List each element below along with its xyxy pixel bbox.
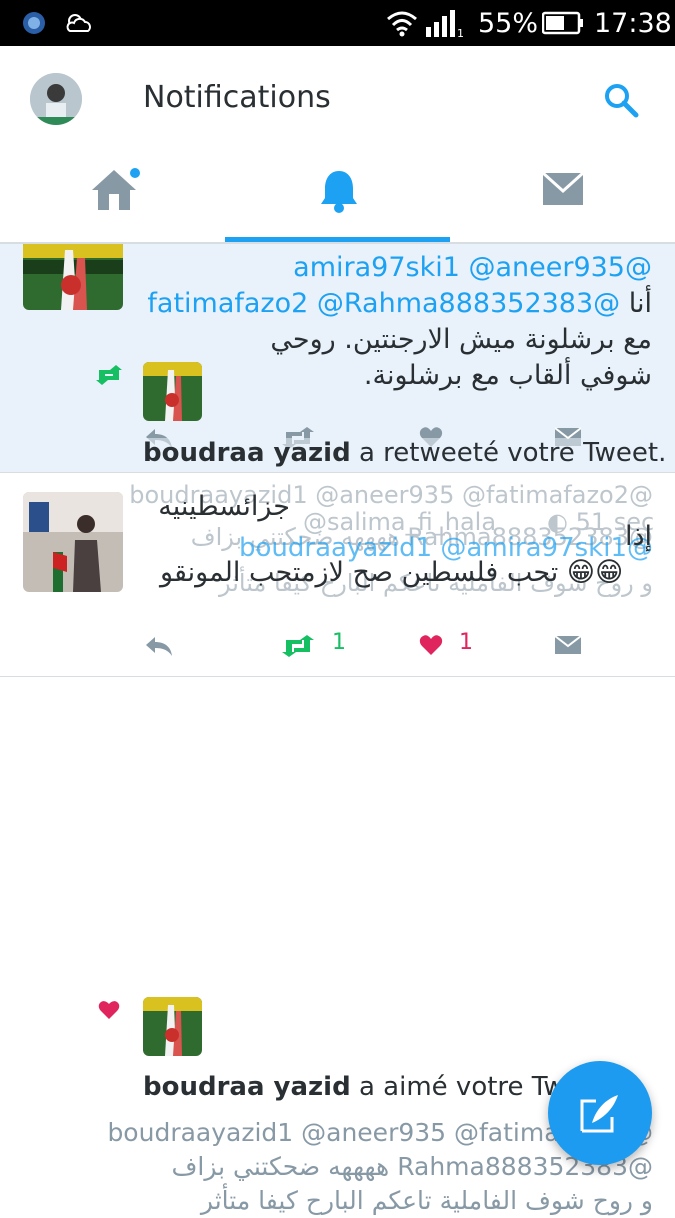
notification-action-text: a retweeté votre Tweet. bbox=[358, 438, 667, 468]
heart-activity-icon bbox=[98, 1001, 120, 1019]
emoji-laugh: 😁😁 bbox=[566, 557, 624, 588]
tweet-author-avatar[interactable] bbox=[23, 492, 123, 592]
actor-name[interactable]: boudraa yazid bbox=[143, 438, 351, 468]
preview-text-line: و روح شوف الفاملية تاعكم البارح كيفا متأ… bbox=[200, 1186, 653, 1215]
battery-icon bbox=[542, 11, 583, 35]
divider bbox=[0, 676, 675, 677]
tweet-mentions[interactable]: @fatimafazo2 @Rahma888352383 bbox=[147, 288, 620, 319]
envelope-icon bbox=[542, 172, 584, 205]
tweet-text-line: شوفي ألقاب مع برشلونة. bbox=[363, 360, 652, 391]
tweet-mentions[interactable]: @amira97ski1 @aneer935 bbox=[140, 250, 652, 286]
new-content-dot bbox=[130, 168, 140, 178]
compose-feather-icon bbox=[580, 1095, 618, 1133]
dm-share-icon[interactable] bbox=[555, 634, 581, 656]
notification-summary: boudraa yazid a aimé votre Tweet. bbox=[143, 1072, 615, 1102]
clock: 17:38 bbox=[594, 8, 672, 39]
tweet-text-line: إذا bbox=[624, 521, 652, 552]
tweet-text-block: @amira97ski1 @aneer935 أنا @fatimafazo2 … bbox=[140, 250, 652, 394]
tab-messages[interactable] bbox=[450, 160, 675, 238]
retweet-icon[interactable] bbox=[280, 634, 316, 658]
actor-avatar[interactable] bbox=[143, 997, 202, 1056]
bell-icon bbox=[321, 171, 357, 213]
reply-icon[interactable] bbox=[143, 634, 175, 658]
notification-retweet[interactable]: @amira97ski1 @aneer935 أنا @fatimafazo2 … bbox=[0, 244, 675, 472]
signal-icon: 1 bbox=[426, 10, 464, 37]
notification-mention-tweet[interactable]: @boudraayazid1 @aneer935 @fatimafazo2 @s… bbox=[0, 473, 675, 626]
status-bar: 1 55% 17:38 bbox=[0, 0, 675, 46]
app-notification-icon bbox=[23, 12, 45, 34]
tab-home[interactable] bbox=[0, 160, 225, 238]
tweet-actions: 1 1 bbox=[0, 626, 675, 662]
home-icon bbox=[92, 168, 140, 210]
page-title: Notifications bbox=[143, 80, 331, 115]
tweet-word: أنا bbox=[628, 288, 652, 319]
actor-avatar[interactable] bbox=[143, 362, 202, 421]
battery-percent: 55% bbox=[478, 8, 539, 39]
like-count: 1 bbox=[459, 630, 473, 655]
compose-tweet-button[interactable] bbox=[548, 1061, 652, 1165]
weather-icon bbox=[66, 14, 91, 32]
app-header bbox=[0, 46, 675, 156]
like-icon[interactable] bbox=[419, 634, 443, 656]
retweet-activity-icon bbox=[96, 365, 122, 385]
profile-avatar[interactable] bbox=[30, 73, 82, 125]
tweet-text-last: تحب فلسطين صح لازمتحب المونقو 😁😁 bbox=[160, 555, 660, 591]
tweet-text-line: تحب فلسطين صح لازمتحب المونقو bbox=[160, 557, 559, 588]
tweet-text-line: مع برشلونة ميش الارجنتين. روحي bbox=[270, 324, 652, 355]
search-icon[interactable] bbox=[603, 82, 639, 118]
svg-text:1: 1 bbox=[457, 27, 464, 37]
wifi-icon bbox=[387, 11, 417, 37]
tweet-author-avatar[interactable] bbox=[23, 244, 123, 310]
tab-notifications[interactable] bbox=[225, 160, 450, 238]
actor-name[interactable]: boudraa yazid bbox=[143, 1072, 351, 1102]
notification-summary: boudraa yazid a retweeté votre Tweet. bbox=[143, 438, 667, 468]
retweet-count: 1 bbox=[332, 630, 346, 655]
